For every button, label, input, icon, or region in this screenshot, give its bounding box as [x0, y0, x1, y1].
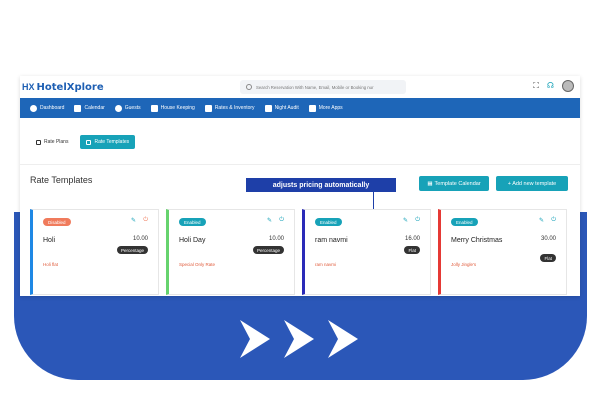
edit-icon[interactable]: ✎	[403, 217, 408, 224]
template-card[interactable]: Enabled ✎ ⏻ ram navmi 16.00 Flat ram nav…	[302, 209, 431, 295]
type-badge: Percentage	[252, 246, 284, 254]
nav-item-guests[interactable]: Guests	[114, 104, 141, 112]
template-name: Merry Christmas	[451, 237, 503, 244]
logo-mark: HX	[22, 82, 35, 92]
list-icon	[36, 139, 41, 145]
template-description: Special Only Rate	[179, 262, 216, 267]
power-icon[interactable]: ⏻	[551, 217, 556, 224]
nav-label: Night Audit	[274, 105, 299, 111]
top-icons: ⛶ ☊	[533, 80, 574, 92]
broom-icon	[150, 104, 158, 112]
grid-icon	[204, 104, 212, 112]
apps-icon	[308, 104, 316, 112]
template-calendar-button[interactable]: ▦ Template Calendar	[419, 176, 489, 191]
nav-label: Dashboard	[40, 105, 65, 111]
main-nav: Dashboard Calendar Guests House Keeping …	[20, 98, 580, 118]
edit-icon[interactable]: ✎	[267, 217, 272, 224]
template-card[interactable]: Enabled ✎ ⏻ Merry Christmas 30.00 Flat J…	[438, 209, 567, 295]
power-icon[interactable]: ⏻	[143, 217, 148, 224]
edit-icon[interactable]: ✎	[539, 217, 544, 224]
nav-item-dashboard[interactable]: Dashboard	[30, 104, 65, 112]
template-icon	[86, 139, 92, 145]
nav-item-rates-inventory[interactable]: Rates & Inventory	[204, 104, 255, 112]
template-cards: Disabled ✎ ⏻ Holi 10.00 Percentage Holi …	[30, 209, 567, 295]
status-badge: Enabled	[179, 218, 206, 226]
type-badge: Flat	[404, 246, 420, 254]
template-price: 10.00	[268, 236, 284, 242]
search-icon	[246, 84, 252, 90]
logo[interactable]: HX HotelXplore	[22, 82, 104, 93]
fullscreen-icon[interactable]: ⛶	[533, 80, 539, 92]
tab-label: Rate Templates	[94, 139, 130, 145]
button-label: Template Calendar	[434, 180, 481, 187]
template-price: 30.00	[540, 236, 556, 242]
nav-label: Calendar	[84, 105, 105, 111]
template-price: 10.00	[132, 236, 148, 242]
template-description: ram navmi	[315, 262, 337, 267]
dashboard-icon	[30, 104, 37, 112]
stage: HX HotelXplore Search Reservation With N…	[0, 0, 601, 400]
chevron-right-icon	[328, 320, 358, 358]
power-icon[interactable]: ⏻	[279, 217, 284, 224]
nav-label: Guests	[124, 105, 141, 111]
calendar-icon: ▦	[427, 180, 433, 187]
template-card[interactable]: Disabled ✎ ⏻ Holi 10.00 Percentage Holi …	[30, 209, 159, 295]
tab-rate-plans[interactable]: Rate Plans	[30, 135, 74, 149]
nav-item-house-keeping[interactable]: House Keeping	[150, 104, 195, 112]
tab-label: Rate Plans	[44, 139, 69, 145]
add-template-button[interactable]: + Add new template	[496, 176, 568, 191]
template-card[interactable]: Enabled ✎ ⏻ Holi Day 10.00 Percentage Sp…	[166, 209, 295, 295]
template-description: Jolly Jingle's	[451, 262, 477, 267]
template-price: 16.00	[404, 236, 420, 242]
tab-rate-templates[interactable]: Rate Templates	[80, 135, 136, 149]
power-icon[interactable]: ⏻	[415, 217, 420, 224]
type-badge: Percentage	[116, 246, 148, 254]
nav-item-more-apps[interactable]: More Apps	[308, 104, 343, 112]
template-name: ram navmi	[315, 237, 348, 244]
status-badge: Disabled	[43, 218, 71, 226]
moon-icon	[264, 104, 272, 112]
edit-icon[interactable]: ✎	[131, 217, 136, 224]
tooltip-callout: adjusts pricing automatically	[246, 178, 396, 192]
nav-item-calendar[interactable]: Calendar	[74, 104, 105, 112]
template-name: Holi Day	[179, 237, 206, 244]
search-input[interactable]: Search Reservation With Name, Email, Mob…	[240, 80, 406, 94]
chevrons	[236, 318, 362, 360]
headset-icon[interactable]: ☊	[547, 80, 554, 92]
top-bar: HX HotelXplore Search Reservation With N…	[20, 76, 580, 98]
tabs: Rate Plans Rate Templates	[30, 135, 136, 149]
user-icon	[114, 104, 122, 112]
search-placeholder: Search Reservation With Name, Email, Mob…	[256, 84, 374, 90]
rate-templates-panel: Rate Templates adjusts pricing automatic…	[20, 164, 580, 296]
chevron-right-icon	[284, 320, 314, 358]
calendar-icon	[74, 104, 82, 112]
status-badge: Enabled	[451, 218, 478, 226]
logo-text: HotelXplore	[36, 81, 104, 93]
type-badge: Flat	[540, 254, 556, 262]
nav-label: House Keeping	[160, 105, 195, 111]
nav-item-night-audit[interactable]: Night Audit	[264, 104, 299, 112]
app-window: HX HotelXplore Search Reservation With N…	[20, 76, 580, 296]
template-name: Holi	[43, 237, 56, 244]
chevron-right-icon	[240, 320, 270, 358]
avatar[interactable]	[562, 80, 574, 92]
nav-label: More Apps	[318, 105, 343, 111]
status-badge: Enabled	[315, 218, 342, 226]
template-description: Holi flat	[43, 262, 59, 267]
nav-label: Rates & Inventory	[214, 105, 255, 111]
page-title: Rate Templates	[30, 175, 93, 185]
